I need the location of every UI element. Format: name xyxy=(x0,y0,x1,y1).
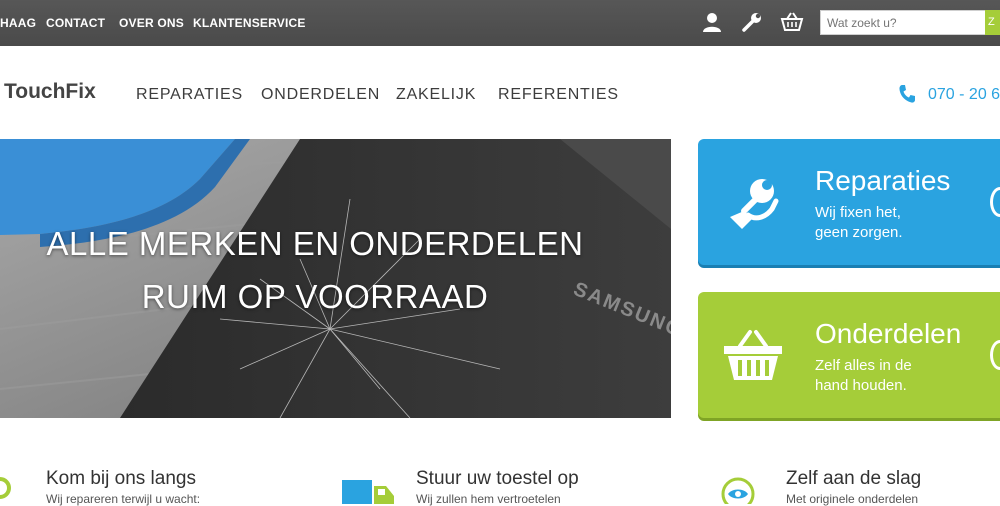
search-button[interactable]: Z xyxy=(985,10,1000,35)
tile-title-onderdelen: Onderdelen xyxy=(815,318,962,349)
nav-onderdelen[interactable]: ONDERDELEN xyxy=(261,86,380,104)
hero-heading-line2: RUIM OP VOORRAAD xyxy=(141,278,489,315)
phone-icon xyxy=(899,85,915,103)
arrow-circle-icon[interactable] xyxy=(990,340,1000,370)
feature-title-visit: Kom bij ons langs xyxy=(46,468,196,489)
tile-title-reparaties: Reparaties xyxy=(815,165,951,196)
nav-referenties[interactable]: REFERENTIES xyxy=(498,86,619,104)
cart-icon[interactable] xyxy=(780,10,804,34)
top-link-klantenservice[interactable]: KLANTENSERVICE xyxy=(193,16,306,30)
tile-onderdelen[interactable]: Onderdelen Zelf alles in de hand houden. xyxy=(698,292,1000,418)
phone-number[interactable]: 070 - 20 6 xyxy=(928,86,1000,104)
wrench-hand-icon xyxy=(730,179,779,229)
tile-reparaties[interactable]: Reparaties Wij fixen het, geen zorgen. xyxy=(698,139,1000,265)
wrench-icon[interactable] xyxy=(740,10,764,34)
feature-subtitle-diy: Met originele onderdelen xyxy=(786,492,919,506)
feature-subtitle-visit: Wij repareren terwijl u wacht: xyxy=(46,492,201,506)
feature-subtitle-send: Wij zullen hem vertroetelen xyxy=(416,492,561,506)
logo[interactable]: TouchFix xyxy=(4,80,96,104)
feature-title-diy: Zelf aan de slag xyxy=(786,468,922,489)
nav-reparaties[interactable]: REPARATIES xyxy=(136,86,243,104)
hero-banner[interactable]: SAMSUNG ALLE MERKEN EN ONDERDELEN RUIM O… xyxy=(0,139,671,418)
basket-icon xyxy=(724,330,782,380)
hero-heading-line1: ALLE MERKEN EN ONDERDELEN xyxy=(46,225,584,262)
top-link-contact[interactable]: CONTACT xyxy=(46,16,105,30)
feature-title-send: Stuur uw toestel op xyxy=(416,468,579,489)
search-input[interactable] xyxy=(820,10,986,35)
arrow-circle-icon[interactable] xyxy=(990,187,1000,217)
top-bar: HAAG CONTACT OVER ONS KLANTENSERVICE Z xyxy=(0,0,1000,46)
tile-subtitle-onderdelen: Zelf alles in de hand houden. xyxy=(815,357,912,394)
tile-subtitle-reparaties: Wij fixen het, geen zorgen. xyxy=(815,204,903,241)
top-link-haag[interactable]: HAAG xyxy=(0,16,36,30)
nav-zakelijk[interactable]: ZAKELIJK xyxy=(396,86,476,104)
top-link-over-ons[interactable]: OVER ONS xyxy=(119,16,184,30)
user-icon[interactable] xyxy=(700,10,724,34)
